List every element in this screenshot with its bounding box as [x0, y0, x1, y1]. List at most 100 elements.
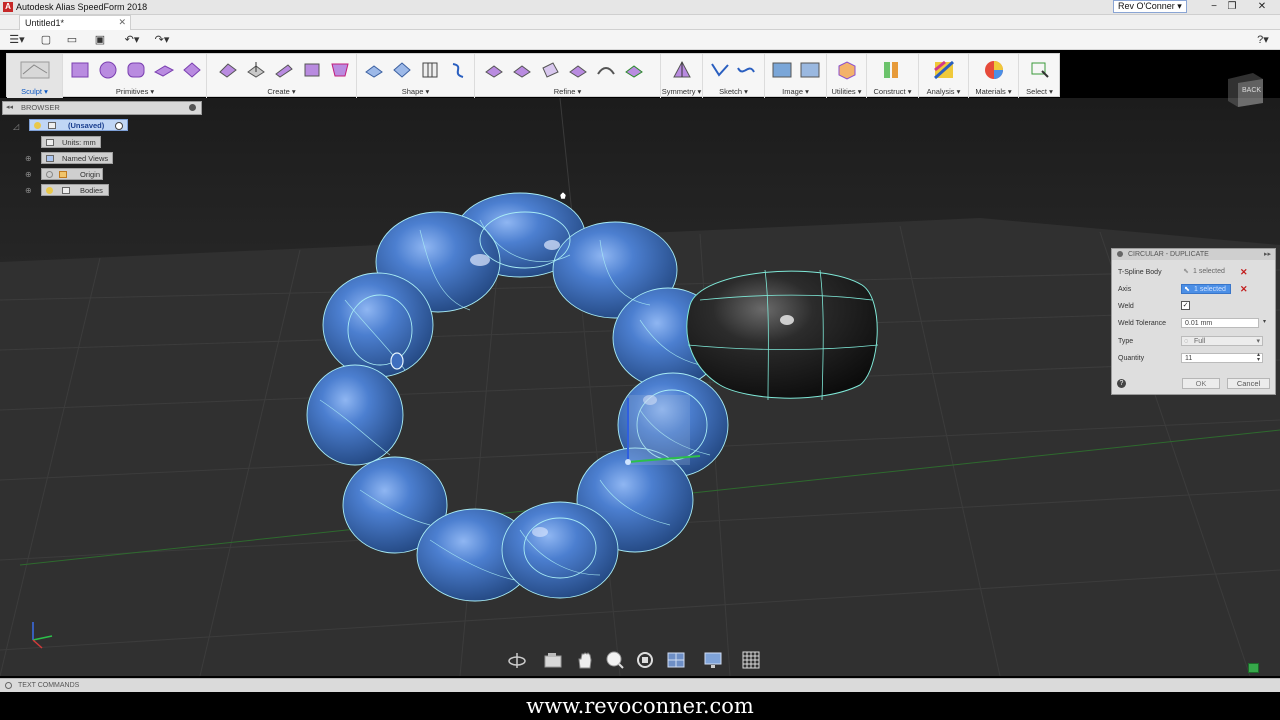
tab-close-icon[interactable]: ✕	[118, 17, 126, 28]
weld-checkbox[interactable]: ✓	[1181, 301, 1190, 310]
browser-item-units[interactable]: Units: mm	[41, 136, 101, 148]
group-sketch[interactable]: Sketch ▾	[703, 54, 765, 98]
group-image[interactable]: Image ▾	[765, 54, 827, 98]
collapse-browser-icon[interactable]: ◂◂	[6, 102, 13, 114]
dialog-header[interactable]: CIRCULAR - DUPLICATE ▸▸	[1112, 249, 1275, 260]
text-commands-toggle-icon[interactable]	[5, 682, 12, 689]
3d-viewport[interactable]: BACK	[0, 73, 1280, 676]
group-materials[interactable]: Materials ▾	[969, 54, 1019, 98]
group-refine[interactable]: Refine ▾	[475, 54, 661, 98]
expand-origin-icon[interactable]: ⊕	[25, 170, 32, 179]
group-select[interactable]: Select ▾	[1019, 54, 1060, 98]
close-button[interactable]: ✕	[1252, 1, 1272, 12]
text-commands-bar[interactable]: TEXT COMMANDS	[0, 678, 1280, 692]
insert-edge-icon[interactable]	[483, 60, 505, 80]
group-shape[interactable]: Shape ▾	[357, 54, 475, 98]
group-symmetry[interactable]: Symmetry ▾	[661, 54, 703, 98]
clear-tspline-body-icon[interactable]: ✕	[1240, 267, 1248, 278]
group-create[interactable]: Create ▾	[207, 54, 357, 98]
undo-button[interactable]: ↶▾	[120, 33, 144, 47]
viewports-icon[interactable]	[703, 650, 723, 670]
restore-button[interactable]: ❐	[1222, 1, 1242, 12]
sketch-curve-icon[interactable]	[735, 60, 757, 80]
canvas-icon[interactable]	[771, 60, 793, 80]
expand-named-views-icon[interactable]: ⊕	[25, 154, 32, 163]
attached-canvas-icon[interactable]	[799, 60, 821, 80]
dialog-collapse-icon[interactable]	[1117, 251, 1123, 257]
crease-icon[interactable]	[539, 60, 561, 80]
grid-settings-icon[interactable]	[741, 650, 761, 670]
status-indicator-icon[interactable]	[1248, 663, 1259, 673]
group-analysis[interactable]: Analysis ▾	[919, 54, 969, 98]
quantity-stepper[interactable]: 11 ▴ ▾	[1181, 352, 1263, 363]
symmetry-icon[interactable]	[671, 60, 693, 80]
browser-menu-icon[interactable]	[189, 104, 196, 111]
sphere-primitive-icon[interactable]	[97, 60, 119, 80]
soft-modify-icon[interactable]	[391, 60, 413, 80]
group-primitives[interactable]: Primitives ▾	[64, 54, 207, 98]
cancel-button[interactable]: Cancel	[1227, 378, 1270, 389]
plane-primitive-icon[interactable]	[153, 60, 175, 80]
activate-radio-icon[interactable]	[115, 122, 123, 130]
tspline-body-selector[interactable]: ⬉ 1 selected	[1181, 267, 1233, 277]
expand-root-icon[interactable]: ◿	[13, 122, 19, 131]
slide-icon[interactable]	[419, 60, 441, 80]
open-file-icon[interactable]: ▭	[64, 33, 80, 47]
orbit-icon[interactable]	[507, 650, 527, 670]
bridge-icon[interactable]	[595, 60, 617, 80]
help-button[interactable]: ?▾	[1252, 33, 1274, 47]
visibility-bulb-icon[interactable]	[34, 122, 41, 129]
fit-icon[interactable]	[635, 650, 655, 670]
clear-axis-icon[interactable]: ✕	[1240, 284, 1248, 295]
subdivide-icon[interactable]	[567, 60, 589, 80]
weld-tolerance-spinner-icon[interactable]: ▾	[1263, 318, 1266, 327]
browser-root-node[interactable]: (Unsaved)	[29, 119, 128, 131]
utilities-icon[interactable]	[836, 60, 858, 80]
source-tspline-body[interactable]	[686, 269, 879, 401]
zebra-analysis-icon[interactable]	[933, 60, 955, 80]
display-settings-icon[interactable]	[666, 650, 686, 670]
browser-item-origin[interactable]: Origin	[41, 168, 103, 180]
dialog-help-icon[interactable]: ?	[1117, 379, 1126, 388]
ok-button[interactable]: OK	[1182, 378, 1220, 389]
workspace-sculpt[interactable]: Sculpt ▾	[7, 54, 63, 98]
file-menu-button[interactable]: ☰▾	[6, 33, 28, 47]
select-icon[interactable]	[1029, 60, 1051, 80]
loft-icon[interactable]	[301, 60, 323, 80]
type-dropdown[interactable]: ◌ Full ▾	[1181, 336, 1263, 346]
insert-point-icon[interactable]	[511, 60, 533, 80]
origin-visibility-icon[interactable]	[46, 171, 53, 178]
zoom-icon[interactable]	[605, 650, 625, 670]
browser-item-bodies[interactable]: Bodies	[41, 184, 109, 196]
document-tab[interactable]: Untitled1* ✕	[19, 15, 131, 30]
extrude-icon[interactable]	[245, 60, 267, 80]
user-menu[interactable]: Rev O'Conner ▾	[1113, 0, 1187, 13]
pipe-icon[interactable]	[273, 60, 295, 80]
weld-tolerance-input[interactable]: 0.01 mm ▾	[1181, 318, 1266, 328]
box-primitive-icon[interactable]	[69, 60, 91, 80]
pull-icon[interactable]	[447, 60, 469, 80]
quantity-spinner-icon[interactable]: ▴ ▾	[1257, 352, 1260, 363]
redo-button[interactable]: ↷▾	[150, 33, 174, 47]
new-file-icon[interactable]: ▢	[38, 33, 54, 47]
bevel-icon[interactable]	[329, 60, 351, 80]
bodies-visibility-bulb-icon[interactable]	[46, 187, 53, 194]
minimize-button[interactable]: −	[1204, 1, 1224, 12]
sketch-line-icon[interactable]	[709, 60, 731, 80]
pan-hand-icon[interactable]	[575, 650, 595, 670]
dialog-expand-icon[interactable]: ▸▸	[1264, 249, 1271, 260]
save-icon[interactable]: ▣	[92, 33, 108, 47]
cylinder-primitive-icon[interactable]	[125, 60, 147, 80]
appearance-icon[interactable]	[983, 60, 1005, 80]
group-construct[interactable]: Construct ▾	[867, 54, 919, 98]
axis-selector[interactable]: ⬉ 1 selected	[1181, 284, 1231, 294]
weld-icon[interactable]	[623, 60, 645, 80]
browser-header[interactable]: ◂◂ BROWSER	[2, 101, 202, 115]
edit-form-icon[interactable]	[363, 60, 385, 80]
expand-bodies-icon[interactable]: ⊕	[25, 186, 32, 195]
group-utilities[interactable]: Utilities ▾	[827, 54, 867, 98]
browser-item-named-views[interactable]: Named Views	[41, 152, 113, 164]
face-icon[interactable]	[217, 60, 239, 80]
look-at-icon[interactable]	[543, 650, 563, 670]
construct-plane-icon[interactable]	[881, 60, 903, 80]
